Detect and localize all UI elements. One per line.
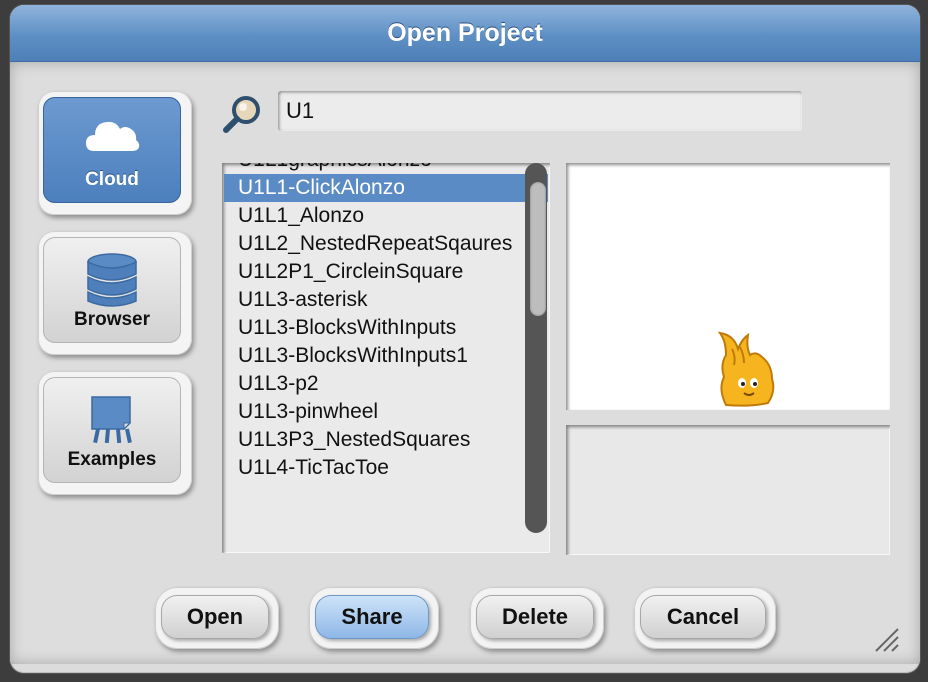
delete-button[interactable]: Delete	[476, 595, 594, 639]
list-item-selected[interactable]: U1L1-ClickAlonzo	[224, 174, 548, 202]
cloud-icon	[86, 121, 140, 151]
list-item[interactable]: U1L2P1_CircleinSquare	[224, 258, 550, 286]
open-button[interactable]: Open	[161, 595, 269, 639]
list-item[interactable]: U1L3-BlocksWithInputs1	[224, 342, 550, 370]
share-button[interactable]: Share	[315, 595, 429, 639]
dialog-title: Open Project	[387, 19, 543, 47]
source-examples-button[interactable]: Examples	[38, 371, 192, 495]
cancel-button-frame: Cancel	[634, 587, 776, 649]
resize-handle-icon[interactable]	[872, 625, 900, 653]
source-examples-label: Examples	[67, 449, 157, 470]
source-browser-label: Browser	[73, 309, 151, 330]
open-button-frame: Open	[155, 587, 279, 649]
list-item[interactable]: U1L2_NestedRepeatSqaures	[224, 230, 550, 258]
project-notes[interactable]	[566, 425, 890, 555]
list-item[interactable]: U1L3-p2	[224, 370, 550, 398]
delete-button-frame: Delete	[470, 587, 604, 649]
list-item[interactable]: U1L3-BlocksWithInputs	[224, 314, 550, 342]
cancel-button[interactable]: Cancel	[640, 595, 766, 639]
open-project-dialog: Open Project Cloud Browser Examples U1 U…	[10, 5, 920, 673]
list-item[interactable]: U1L3P3_NestedSquares	[224, 426, 550, 454]
list-item[interactable]: U1L3-pinwheel	[224, 398, 550, 426]
list-item[interactable]: U1L4-TicTacToe	[224, 454, 550, 482]
board-icon	[91, 396, 132, 444]
source-cloud-label: Cloud	[85, 169, 139, 190]
title-bar[interactable]: Open Project	[10, 5, 920, 62]
database-icon	[87, 253, 137, 307]
source-browser-button[interactable]: Browser	[38, 231, 192, 355]
source-cloud-button[interactable]: Cloud	[38, 91, 192, 215]
list-item[interactable]: U1L1_Alonzo	[224, 202, 550, 230]
magnifier-icon	[223, 96, 260, 133]
list-item[interactable]: U1L3-asterisk	[224, 286, 550, 314]
project-list[interactable]: U1L1graphicsAlonzo U1L1-ClickAlonzo U1L1…	[222, 163, 550, 553]
alonzo-sprite-icon	[717, 331, 775, 407]
search-input[interactable]	[278, 91, 802, 131]
share-button-frame: Share	[309, 587, 439, 649]
list-item[interactable]: U1L1graphicsAlonzo	[224, 163, 550, 174]
list-scrollbar-thumb[interactable]	[530, 182, 546, 316]
